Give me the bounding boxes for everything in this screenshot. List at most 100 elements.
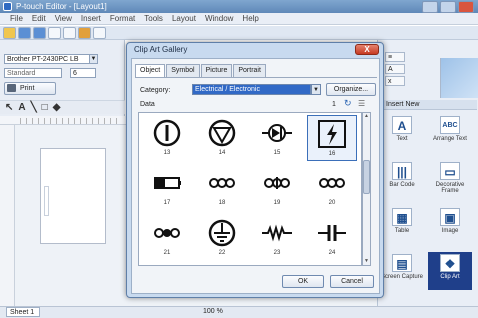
scroll-down-icon[interactable]: ▼ — [363, 258, 370, 265]
insert-text-button[interactable]: A Text — [380, 114, 424, 152]
menu-file[interactable]: File — [10, 14, 23, 23]
scroll-up-icon[interactable]: ▲ — [363, 113, 370, 120]
maximize-button[interactable] — [440, 1, 456, 13]
table-icon: ▦ — [392, 208, 412, 226]
tab-picture[interactable]: Picture — [200, 64, 233, 77]
clip-art-item[interactable]: 13 — [142, 115, 192, 161]
ground-icon — [208, 219, 236, 247]
sheet-tab[interactable]: Sheet 1 — [6, 307, 40, 317]
clip-art-item[interactable]: 17 — [142, 165, 192, 211]
vertical-ruler — [0, 125, 15, 308]
clip-art-item[interactable]: 18 — [197, 165, 247, 211]
color-icon[interactable]: ◆ — [53, 102, 61, 113]
item-number: 18 — [218, 200, 226, 206]
insert-table-label: Table — [394, 228, 410, 234]
diode-icon — [262, 124, 292, 142]
label-preview[interactable] — [40, 148, 106, 244]
screen-capture-icon: ▤ — [392, 254, 412, 272]
frame-icon: ▭ — [440, 162, 460, 180]
chevron-down-icon[interactable]: ▼ — [311, 84, 321, 95]
undo-icon[interactable] — [93, 26, 106, 39]
tab-symbol[interactable]: Symbol — [166, 64, 200, 77]
menu-bar: File Edit View Insert Format Tools Layou… — [0, 13, 478, 25]
menu-insert[interactable]: Insert — [81, 14, 101, 23]
copy-icon[interactable] — [63, 26, 76, 39]
text-tool-icon[interactable]: A — [18, 102, 25, 113]
coil-dot-icon — [154, 228, 180, 238]
print-preview-icon[interactable] — [48, 26, 61, 39]
text-style-icon[interactable]: x — [385, 76, 405, 86]
clip-art-item[interactable]: 22 — [197, 215, 247, 261]
organize-button[interactable]: Organize... — [326, 83, 376, 96]
menu-view[interactable]: View — [55, 14, 72, 23]
size-select[interactable]: 6 — [70, 68, 96, 78]
menu-window[interactable]: Window — [205, 14, 233, 23]
insert-clip-art-label: Clip Art — [440, 274, 460, 280]
clip-art-item[interactable]: 15 — [252, 115, 302, 161]
insert-barcode-button[interactable]: ||| Bar Code — [380, 160, 424, 198]
main-toolbar — [0, 26, 478, 40]
draw-toolbar: ↖ A ╲ □ ◆ — [0, 100, 125, 114]
insert-frame-button[interactable]: ▭ Decorative Frame — [428, 160, 472, 198]
chevron-down-icon[interactable]: ▼ — [89, 54, 98, 64]
insert-table-button[interactable]: ▦ Table — [380, 206, 424, 244]
text-controls: ≡ A x — [385, 52, 415, 92]
font-size-icon[interactable]: A — [385, 64, 405, 74]
item-number: 13 — [163, 150, 171, 156]
mode-select[interactable]: Standard — [4, 68, 62, 78]
insert-arrange-label: Arrange Text — [433, 136, 467, 142]
line-tool-icon[interactable]: ╲ — [31, 102, 37, 113]
list-view-icon[interactable]: ☰ — [358, 99, 368, 108]
category-select[interactable]: Electrical / Electronic — [192, 84, 311, 95]
clip-art-item[interactable]: 21 — [142, 215, 192, 261]
shape-tool-icon[interactable]: □ — [42, 102, 48, 113]
insert-image-button[interactable]: ▣ Image — [428, 206, 472, 244]
item-number: 15 — [273, 150, 281, 156]
new-icon[interactable] — [3, 26, 16, 39]
item-number: 23 — [273, 250, 281, 256]
lightning-bolt-icon — [318, 120, 346, 148]
cancel-button[interactable]: Cancel — [330, 275, 374, 288]
clip-art-item[interactable]: 24 — [307, 215, 357, 261]
clip-art-item[interactable]: 20 — [307, 165, 357, 211]
tab-object[interactable]: Object — [135, 64, 166, 78]
category-label: Category: — [140, 87, 171, 94]
window-controls — [422, 1, 474, 13]
refresh-icon[interactable]: ↻ — [344, 99, 353, 108]
text-icon: A — [392, 116, 412, 134]
insert-clip-art-button[interactable]: ❖ Clip Art — [428, 252, 472, 290]
clip-art-item[interactable]: 19 — [252, 165, 302, 211]
printer-icon — [7, 84, 16, 92]
arrange-text-icon: ABC — [440, 116, 460, 134]
menu-edit[interactable]: Edit — [32, 14, 46, 23]
tab-portrait[interactable]: Portrait — [233, 64, 266, 77]
insert-frame-label: Decorative Frame — [435, 182, 465, 194]
coil-icon — [319, 178, 345, 188]
menu-tools[interactable]: Tools — [144, 14, 163, 23]
clip-art-item[interactable]: 23 — [252, 215, 302, 261]
label-margin — [44, 186, 49, 216]
close-window-button[interactable] — [458, 1, 474, 13]
paste-icon[interactable] — [78, 26, 91, 39]
power-button-icon — [153, 119, 181, 147]
double-coil-icon — [264, 177, 290, 189]
open-icon[interactable] — [18, 26, 31, 39]
battery-icon — [154, 177, 181, 189]
ok-button[interactable]: OK — [282, 275, 324, 288]
dialog-close-button[interactable]: X — [355, 44, 379, 55]
menu-format[interactable]: Format — [110, 14, 135, 23]
menu-help[interactable]: Help — [242, 14, 258, 23]
pointer-icon[interactable]: ↖ — [5, 102, 13, 113]
insert-screen-capture-button[interactable]: ▤ Screen Capture — [380, 252, 424, 290]
insert-arrange-text-button[interactable]: ABC Arrange Text — [428, 114, 472, 152]
clip-art-item-selected[interactable]: 16 — [307, 115, 357, 161]
minimize-button[interactable] — [422, 1, 438, 13]
window-title: P-touch Editor - [Layout1] — [16, 2, 107, 11]
clip-art-item[interactable]: 14 — [197, 115, 247, 161]
menu-layout[interactable]: Layout — [172, 14, 196, 23]
printer-select[interactable]: Brother PT-2430PC LB — [4, 54, 90, 64]
scroll-thumb[interactable] — [363, 160, 370, 194]
align-left-icon[interactable]: ≡ — [385, 52, 405, 62]
save-icon[interactable] — [33, 26, 46, 39]
triple-coil-icon — [209, 178, 235, 188]
